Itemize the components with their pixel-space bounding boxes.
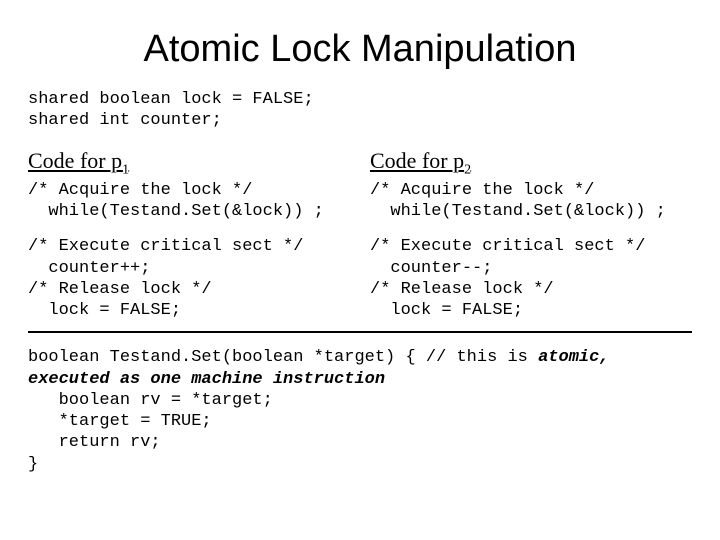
code-columns: Code for p1 /* Acquire the lock */ while… bbox=[28, 148, 692, 322]
p2-body: /* Execute critical sect */ counter--; /… bbox=[370, 236, 692, 321]
slide: Atomic Lock Manipulation shared boolean … bbox=[0, 0, 720, 540]
p2-acquire: /* Acquire the lock */ while(Testand.Set… bbox=[370, 180, 692, 223]
testandset-function: boolean Testand.Set(boolean *target) { /… bbox=[28, 347, 692, 475]
heading-p2-sub: 2 bbox=[464, 162, 471, 177]
heading-p1-sub: 1 bbox=[122, 162, 129, 177]
slide-title: Atomic Lock Manipulation bbox=[28, 28, 692, 71]
heading-p1: Code for p1 bbox=[28, 148, 350, 178]
func-line-2: executed as one machine instruction bbox=[28, 369, 692, 390]
heading-p2: Code for p2 bbox=[370, 148, 692, 178]
func-sig: boolean Testand.Set(boolean *target) { /… bbox=[28, 348, 538, 367]
separator-line bbox=[28, 331, 692, 333]
shared-declarations: shared boolean lock = FALSE; shared int … bbox=[28, 89, 692, 132]
col-p1: Code for p1 /* Acquire the lock */ while… bbox=[28, 148, 350, 322]
p1-acquire: /* Acquire the lock */ while(Testand.Set… bbox=[28, 180, 350, 223]
func-body: boolean rv = *target; *target = TRUE; re… bbox=[28, 390, 692, 475]
func-em-atomic: atomic, bbox=[538, 348, 609, 367]
p1-body: /* Execute critical sect */ counter++; /… bbox=[28, 236, 350, 321]
spacer bbox=[370, 222, 692, 236]
col-p2: Code for p2 /* Acquire the lock */ while… bbox=[370, 148, 692, 322]
spacer bbox=[28, 222, 350, 236]
func-em-oneinstr: executed as one machine instruction bbox=[28, 370, 385, 389]
heading-p2-text: Code for p bbox=[370, 148, 464, 173]
func-line-1: boolean Testand.Set(boolean *target) { /… bbox=[28, 347, 692, 368]
heading-p1-text: Code for p bbox=[28, 148, 122, 173]
